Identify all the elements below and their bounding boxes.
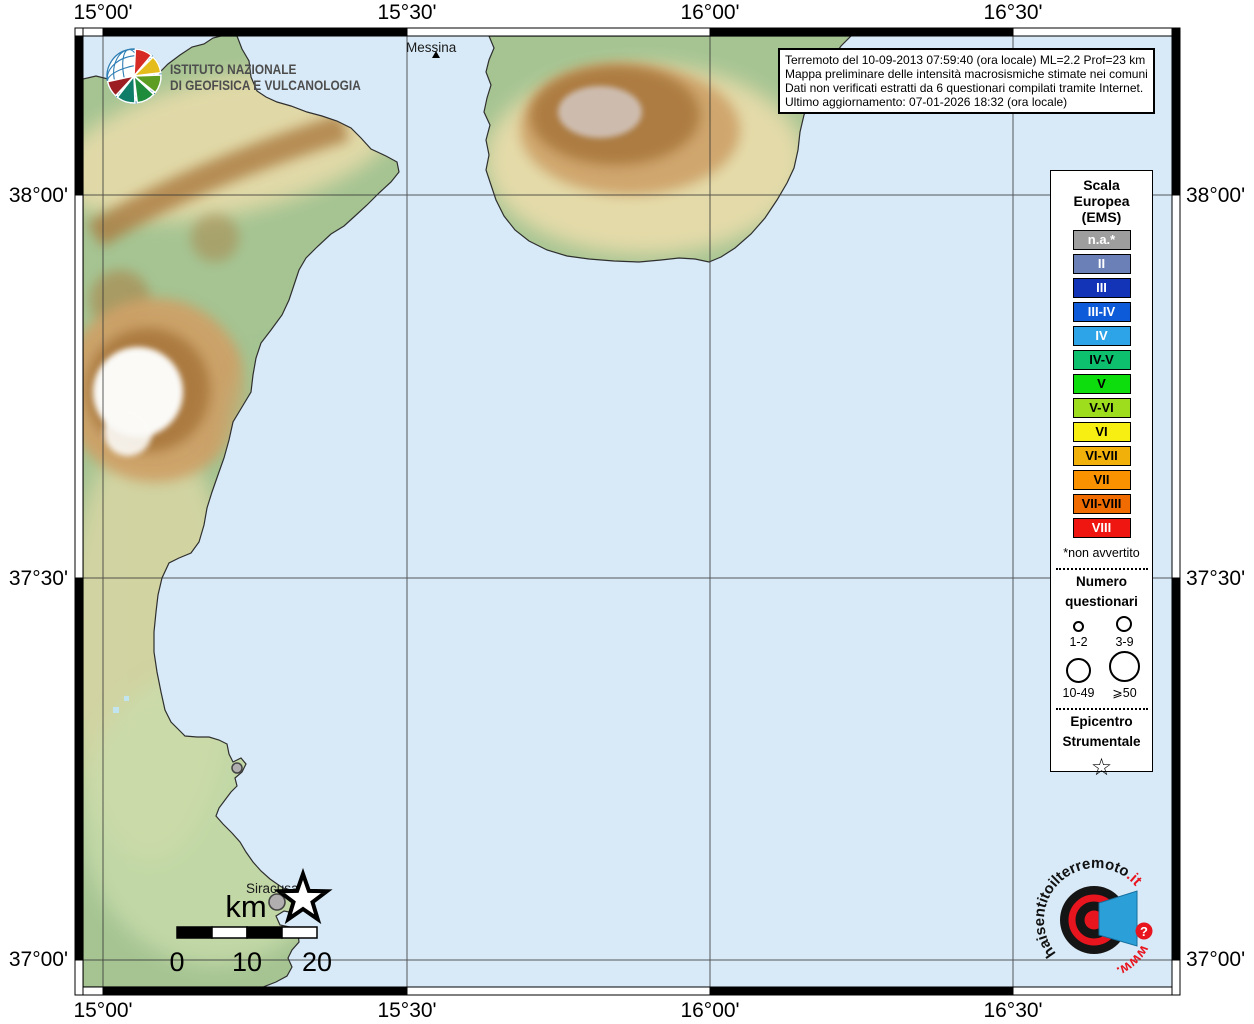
axis-right-37-30: 37°30' (1186, 567, 1245, 591)
axis-top-16-30: 16°30' (983, 1, 1042, 25)
legend-title-line2: Europea (1073, 193, 1129, 209)
ingv-name-line1: ISTITUTO NAZIONALE (170, 61, 296, 77)
legend-swatch-v: V (1073, 374, 1131, 394)
legend-panel: Scala Europea (EMS) n.a.* II III III-IV … (1050, 170, 1153, 772)
epicenter-title-line2: Strumentale (1062, 732, 1140, 752)
questionnaire-count-title: Numero questionari (1065, 572, 1138, 612)
scale-tick-0: 0 (169, 947, 184, 977)
legend-swatch-vii-viii: VII-VIII (1073, 494, 1131, 514)
city-label-messina: Messina (406, 40, 457, 55)
axis-left-37-00: 37°00' (0, 948, 68, 972)
ingv-name-line2: DI GEOFISICA E VULCANOLOGIA (170, 77, 361, 93)
scale-bar-unit: km (225, 889, 266, 924)
axis-bottom-16-00: 16°00' (680, 999, 739, 1023)
legend-divider (1056, 708, 1148, 710)
questionnaire-title-line1: Numero (1065, 572, 1138, 592)
small-lake (113, 707, 119, 713)
legend-swatch-v-vi: V-VI (1073, 398, 1131, 418)
info-line-data: Dati non verificati estratti da 6 questi… (785, 81, 1148, 95)
earthquake-info-box: Terremoto del 10-09-2013 07:59:40 (ora l… (778, 48, 1155, 114)
axis-bottom-16-30: 16°30' (983, 999, 1042, 1023)
scale-tick-20: 20 (302, 947, 332, 977)
intensity-scale: n.a.* II III III-IV IV IV-V V V-VI VI VI… (1073, 230, 1131, 542)
info-line-updated: Ultimo aggiornamento: 07-01-2026 18:32 (… (785, 95, 1148, 109)
axis-bottom-15-30: 15°30' (377, 999, 436, 1023)
legend-swatch-iii-iv: III-IV (1073, 302, 1131, 322)
questionnaire-title-line2: questionari (1065, 592, 1138, 612)
legend-swatch-iv-v: IV-V (1073, 350, 1131, 370)
legend-title-line1: Scala (1073, 177, 1129, 193)
legend-footnote: *non avvertito (1063, 546, 1139, 560)
qsize-50plus: ⩾50 (1109, 651, 1140, 700)
info-line-event: Terremoto del 10-09-2013 07:59:40 (ora l… (785, 53, 1148, 67)
axis-right-38-00: 38°00' (1186, 184, 1245, 208)
qsize-circle-icon (1116, 616, 1132, 632)
map-content: Messina Siracusa km 0 10 (45, 36, 1172, 987)
scale-tick-10: 10 (232, 947, 262, 977)
qsize-10-49: 10-49 (1063, 658, 1095, 700)
qsize-label: 10-49 (1063, 686, 1095, 700)
axis-right-37-00: 37°00' (1186, 948, 1245, 972)
legend-swatch-vi-vii: VI-VII (1073, 446, 1131, 466)
axis-left-38-00: 38°00' (0, 184, 68, 208)
axis-left-37-30: 37°30' (0, 567, 68, 591)
legend-divider (1056, 568, 1148, 570)
axis-top-16-00: 16°00' (680, 1, 739, 25)
legend-title-line3: (EMS) (1073, 209, 1129, 225)
legend-swatch-vii: VII (1073, 470, 1131, 490)
macroseismic-map-page: Messina Siracusa km 0 10 (0, 0, 1254, 1024)
legend-swatch-viii: VIII (1073, 518, 1131, 538)
qsize-label: ⩾50 (1112, 685, 1136, 700)
info-line-map: Mappa preliminare delle intensità macros… (785, 67, 1148, 81)
qsize-3-9: 3-9 (1115, 616, 1133, 649)
axis-top-15-00: 15°00' (73, 1, 132, 25)
legend-swatch-vi: VI (1073, 422, 1131, 442)
legend-swatch-na: n.a.* (1073, 230, 1131, 250)
epicenter-title-line1: Epicentro (1062, 712, 1140, 732)
qsize-circle-icon (1066, 658, 1091, 683)
legend-swatch-iv: IV (1073, 326, 1131, 346)
qsize-1-2: 1-2 (1069, 621, 1087, 649)
qsize-label: 3-9 (1115, 635, 1133, 649)
axis-top-15-30: 15°30' (377, 1, 436, 25)
qsize-circle-icon (1109, 651, 1140, 682)
legend-swatch-ii: II (1073, 254, 1131, 274)
legend-swatch-iii: III (1073, 278, 1131, 298)
legend-title: Scala Europea (EMS) (1073, 177, 1129, 225)
epicenter-star-key-icon: ☆ (1091, 754, 1113, 780)
qsize-label: 1-2 (1069, 635, 1087, 649)
questionnaire-dot-siracusa (269, 894, 285, 910)
axis-bottom-15-00: 15°00' (73, 999, 132, 1023)
epicenter-title: Epicentro Strumentale (1062, 712, 1140, 752)
hsit-question-mark: ? (1140, 924, 1148, 939)
questionnaire-size-key: 1-2 3-9 10-49 ⩾50 (1056, 616, 1148, 700)
qsize-circle-icon (1073, 621, 1084, 632)
questionnaire-dot-augusta (232, 763, 242, 773)
small-lake (124, 696, 129, 701)
